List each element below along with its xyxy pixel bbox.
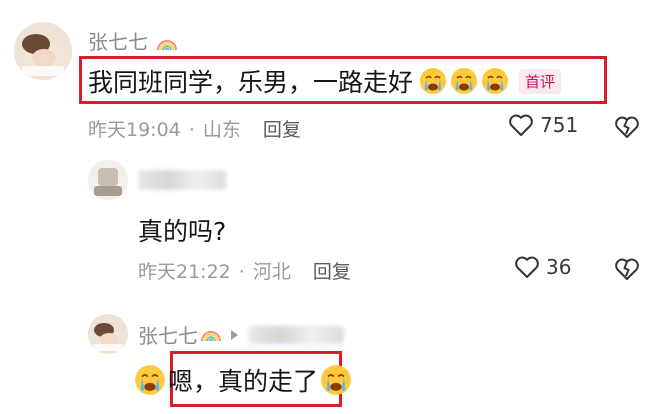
avatar[interactable] bbox=[88, 314, 128, 354]
author-name[interactable]: 张七七 bbox=[138, 320, 198, 349]
first-comment-badge: 首评 bbox=[519, 68, 562, 94]
crying-emoji-icon bbox=[482, 68, 509, 94]
reply-button[interactable]: 回复 bbox=[263, 119, 301, 141]
heart-icon bbox=[509, 114, 533, 136]
reply-arrow-icon bbox=[231, 329, 238, 340]
comment-meta: 昨天19:04 · 山东 回复 bbox=[88, 115, 301, 142]
crying-emoji-icon bbox=[451, 68, 478, 94]
comment-text-content: 我同班同学，乐男，一路走好 bbox=[88, 68, 414, 97]
comment-meta: 昨天21:22 · 河北 回复 bbox=[138, 257, 351, 284]
crying-emoji-icon bbox=[321, 365, 351, 395]
broken-heart-icon[interactable] bbox=[614, 115, 640, 139]
comment-time: 昨天19:04 bbox=[88, 119, 181, 141]
like-button[interactable]: 751 bbox=[508, 113, 578, 137]
comment-text: 我同班同学，乐男，一路走好 首评 bbox=[88, 63, 562, 99]
rainbow-badge-icon bbox=[201, 330, 221, 341]
reply-button[interactable]: 回复 bbox=[313, 261, 351, 283]
comment-location: 山东 bbox=[202, 119, 241, 141]
comment-author[interactable]: 张七七 bbox=[138, 320, 344, 349]
like-count: 751 bbox=[540, 113, 579, 137]
comment-text: 真的吗? bbox=[138, 212, 226, 248]
broken-heart-icon[interactable] bbox=[614, 257, 640, 281]
crying-emoji-group bbox=[419, 67, 509, 95]
meta-separator: · bbox=[238, 261, 245, 283]
heart-icon bbox=[515, 256, 539, 278]
crying-emoji-icon bbox=[135, 365, 165, 395]
comment-location: 河北 bbox=[252, 261, 291, 283]
comment-text: 嗯，真的走了 bbox=[134, 362, 352, 398]
comment-time: 昨天21:22 bbox=[138, 261, 231, 283]
comment-text-content: 嗯，真的走了 bbox=[168, 367, 319, 396]
rainbow-badge-icon bbox=[157, 39, 178, 50]
avatar[interactable] bbox=[14, 22, 72, 80]
meta-separator: · bbox=[188, 119, 195, 141]
comment-author[interactable]: 张七七 bbox=[88, 26, 178, 55]
like-count: 36 bbox=[546, 255, 572, 279]
avatar[interactable] bbox=[88, 160, 128, 200]
blurred-username bbox=[248, 325, 344, 344]
blurred-username bbox=[138, 170, 226, 190]
crying-emoji-icon bbox=[420, 68, 447, 94]
like-button[interactable]: 36 bbox=[514, 255, 571, 279]
author-name[interactable]: 张七七 bbox=[88, 30, 148, 54]
comment-text-content: 真的吗? bbox=[138, 217, 227, 246]
